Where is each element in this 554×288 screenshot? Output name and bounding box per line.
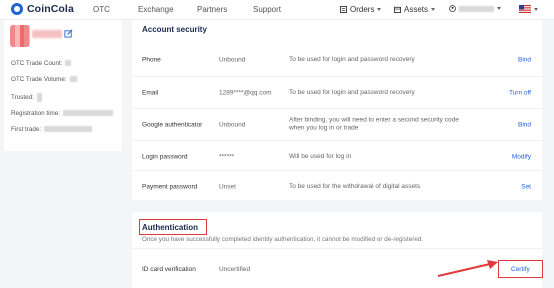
profile-card: OTC Trade Count: OTC Trade Volume: Trust… <box>4 20 122 151</box>
id-card-verification-label: ID card verification <box>142 266 196 273</box>
certify-button[interactable]: Certify <box>511 266 530 273</box>
assets-label: Assets <box>404 5 429 14</box>
authentication-title: Authentication <box>142 223 198 232</box>
id-card-verification-status: Uncertified <box>219 266 251 273</box>
bind-google-authenticator-link[interactable]: Bind <box>518 121 531 128</box>
security-row-login-password: Login password ****** Will be used for l… <box>132 140 542 172</box>
bind-phone-link[interactable]: Bind <box>518 57 531 64</box>
user-icon <box>449 5 456 12</box>
nav-link-otc[interactable]: OTC <box>93 5 110 14</box>
language-menu[interactable] <box>519 5 538 13</box>
security-row-payment-password: Payment password Unset To be used for th… <box>132 170 542 202</box>
modify-login-password-link[interactable]: Modify <box>512 153 531 160</box>
brand-name: CoinCola <box>27 3 74 15</box>
orders-icon <box>340 6 347 13</box>
security-row-google-authenticator: Google authenticator Unbound After bindi… <box>132 108 542 140</box>
user-menu[interactable] <box>449 5 501 12</box>
assets-icon <box>394 6 401 13</box>
stat-trusted: Trusted: <box>11 93 42 102</box>
orders-label: Orders <box>350 5 375 14</box>
coincola-logo-icon <box>11 3 23 15</box>
orders-menu[interactable]: Orders <box>340 5 382 14</box>
stat-otc-trade-count: OTC Trade Count: <box>11 60 72 67</box>
nav-link-exchange[interactable]: Exchange <box>138 5 174 14</box>
chevron-down-icon <box>377 8 382 11</box>
account-security-card: Account security Phone Unbound To be use… <box>132 20 542 200</box>
us-flag-icon <box>519 5 531 13</box>
avatar <box>10 25 30 47</box>
username-redacted <box>32 30 62 38</box>
username-redacted <box>459 5 494 12</box>
turn-off-email-link[interactable]: Turn off <box>509 89 531 96</box>
set-payment-password-link[interactable]: Set <box>521 183 531 190</box>
account-security-title: Account security <box>142 25 207 34</box>
nav-link-support[interactable]: Support <box>253 5 281 14</box>
annotation-arrow-icon <box>437 260 498 277</box>
chevron-down-icon <box>431 8 436 11</box>
authentication-subtitle: Once you have successfully completed ide… <box>142 236 424 243</box>
stat-registration-time: Registration time: <box>11 110 113 117</box>
assets-menu[interactable]: Assets <box>394 5 436 14</box>
top-nav: CoinCola OTC Exchange Partners Support O… <box>0 0 554 20</box>
stat-otc-trade-volume: OTC Trade Volume: <box>11 76 77 83</box>
security-row-phone: Phone Unbound To be used for login and p… <box>142 55 531 64</box>
security-row-email: Email 1289****@qq.com To be used for log… <box>132 76 542 108</box>
nav-link-partners[interactable]: Partners <box>197 5 227 14</box>
chevron-down-icon <box>497 7 501 10</box>
brand-logo[interactable]: CoinCola <box>11 3 74 15</box>
divider <box>132 248 542 249</box>
edit-icon[interactable] <box>64 29 73 38</box>
stat-first-trade: First trade: <box>11 126 93 133</box>
chevron-down-icon <box>534 7 538 11</box>
